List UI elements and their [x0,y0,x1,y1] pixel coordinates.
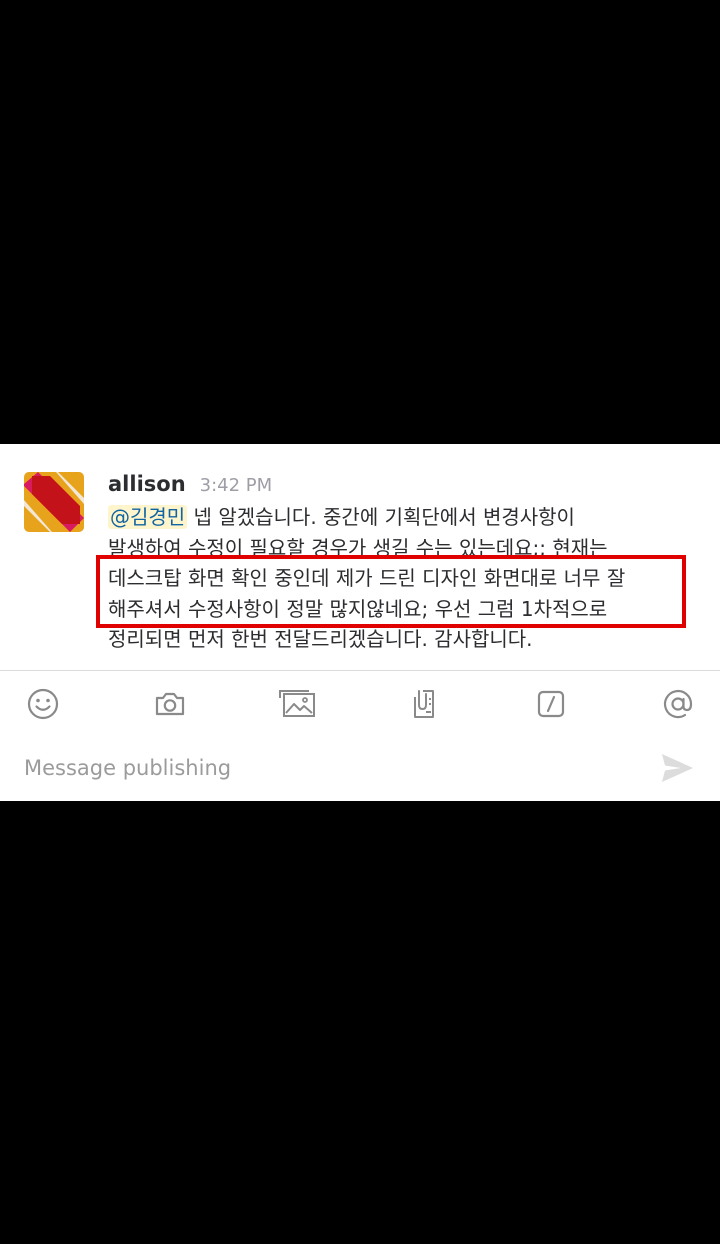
send-button[interactable] [656,748,698,788]
message-input[interactable] [24,750,624,786]
divider [0,670,720,671]
file-button[interactable] [401,681,447,727]
message-timestamp: 3:42 PM [199,475,273,496]
camera-icon [155,692,185,716]
mention-icon [663,689,693,719]
message-line-1-text: 넵 알겠습니다. 중간에 기획단에서 변경사항이 [187,505,575,529]
message-line-5: 정리되면 먼저 한번 전달드리겠습니다. 감사합니다. [108,627,533,651]
photo-icon [279,690,315,717]
screen: allison 3:42 PM @김경민 넵 알겠습니다. 중간에 기획단에서 … [0,0,720,1244]
chat-panel: allison 3:42 PM @김경민 넵 알겠습니다. 중간에 기획단에서 … [0,444,720,801]
avatar-logo-icon [24,472,84,532]
highlight-box [96,555,686,628]
avatar[interactable] [24,472,84,532]
input-toolbar [0,681,720,727]
slash-command-button[interactable] [528,681,574,727]
camera-button[interactable] [147,681,193,727]
emoji-button[interactable] [20,681,66,727]
message-composer [0,744,720,792]
photo-button[interactable] [274,681,320,727]
slash-command-icon [537,690,565,718]
mention-button[interactable] [655,681,701,727]
message-item[interactable]: allison 3:42 PM @김경민 넵 알겠습니다. 중간에 기획단에서 … [0,444,720,670]
message-line-1: @김경민 넵 알겠습니다. 중간에 기획단에서 변경사항이 [108,502,668,533]
message-header: allison 3:42 PM [108,472,272,496]
emoji-icon [27,688,59,720]
send-icon [662,754,693,782]
user-mention[interactable]: @김경민 [108,505,188,529]
author-name[interactable]: allison [108,472,186,496]
file-icon [414,690,434,718]
